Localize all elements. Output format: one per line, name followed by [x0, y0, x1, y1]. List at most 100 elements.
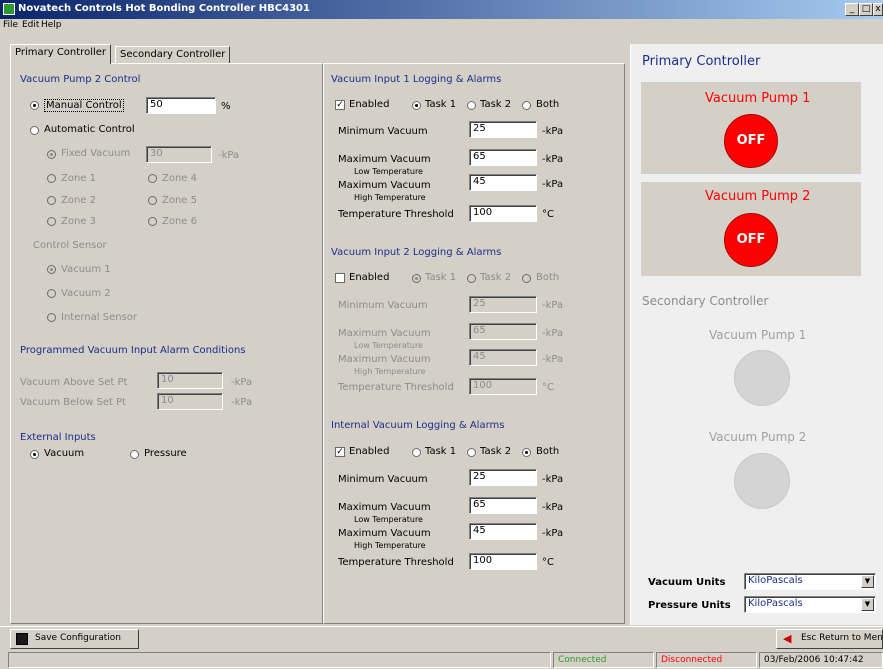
- tab-secondary-controller[interactable]: Secondary Controller: [115, 46, 231, 64]
- sensor-internal-radio[interactable]: [47, 313, 56, 322]
- logging-2-threshold-input[interactable]: 100: [469, 378, 537, 395]
- logging-1-both-radio[interactable]: [522, 101, 531, 110]
- logging-2-high-temp-label: High Temperature: [354, 367, 426, 376]
- manual-control-label[interactable]: Manual Control: [44, 99, 124, 112]
- close-button[interactable]: x: [873, 3, 883, 16]
- logging-1-enabled-checkbox[interactable]: ✓: [335, 100, 345, 110]
- logging-internal-task2-label[interactable]: Task 2: [480, 446, 511, 457]
- logging-2-min-input[interactable]: 25: [469, 296, 537, 313]
- logging-1-task2-radio[interactable]: [467, 101, 476, 110]
- logging-2-both-radio[interactable]: [522, 274, 531, 283]
- logging-internal-enabled-label[interactable]: Enabled: [349, 446, 389, 457]
- secondary-controller-title: Secondary Controller: [642, 294, 769, 308]
- logging-internal-task2-radio[interactable]: [467, 448, 476, 457]
- sensor-vacuum-1-radio[interactable]: [47, 265, 56, 274]
- automatic-control-label[interactable]: Automatic Control: [44, 124, 135, 135]
- logging-internal-both-label[interactable]: Both: [536, 446, 559, 457]
- logging-2-task1-radio[interactable]: [412, 274, 421, 283]
- menu-help[interactable]: Help: [41, 20, 62, 30]
- logging-2-enabled-checkbox[interactable]: [335, 273, 345, 283]
- sensor-vacuum-2-label[interactable]: Vacuum 2: [61, 288, 111, 299]
- manual-control-radio[interactable]: [30, 101, 39, 110]
- logging-1-task1-label[interactable]: Task 1: [425, 99, 456, 110]
- vacuum-below-input[interactable]: 10: [157, 393, 223, 410]
- zone-2-radio[interactable]: [47, 196, 56, 205]
- logging-2-max-high-unit: -kPa: [542, 354, 564, 365]
- external-inputs-heading: External Inputs: [20, 432, 96, 443]
- sensor-internal-label[interactable]: Internal Sensor: [61, 312, 137, 323]
- external-vacuum-radio[interactable]: [30, 450, 39, 459]
- pump2-control-heading: Vacuum Pump 2 Control: [20, 74, 141, 85]
- fixed-vacuum-label[interactable]: Fixed Vacuum: [61, 148, 130, 159]
- logging-1-heading: Vacuum Input 1 Logging & Alarms: [331, 74, 502, 85]
- logging-2-max-high-input[interactable]: 45: [469, 349, 537, 366]
- logging-1-high-temp-label: High Temperature: [354, 193, 426, 202]
- primary-pump2-status-indicator[interactable]: OFF: [724, 213, 778, 267]
- logging-1-both-label[interactable]: Both: [536, 99, 559, 110]
- logging-2-both-label[interactable]: Both: [536, 272, 559, 283]
- title-bar[interactable]: Novatech Controls Hot Bonding Controller…: [0, 0, 883, 19]
- pressure-units-select[interactable]: KiloPascals ▼: [744, 596, 876, 613]
- logging-2-task2-radio[interactable]: [467, 274, 476, 283]
- zone-4-label[interactable]: Zone 4: [162, 173, 197, 184]
- external-pressure-radio[interactable]: [130, 450, 139, 459]
- zone-6-label[interactable]: Zone 6: [162, 216, 197, 227]
- external-pressure-label[interactable]: Pressure: [144, 448, 187, 459]
- logging-2-enabled-label[interactable]: Enabled: [349, 272, 389, 283]
- manual-control-input[interactable]: 50: [146, 97, 216, 114]
- fixed-vacuum-radio[interactable]: [47, 150, 56, 159]
- logging-2-max-low-input[interactable]: 65: [469, 323, 537, 340]
- logging-1-threshold-input[interactable]: 100: [469, 205, 537, 222]
- chevron-down-icon[interactable]: ▼: [861, 575, 874, 588]
- logging-2-min-label: Minimum Vacuum: [338, 300, 428, 311]
- primary-pump2-label: Vacuum Pump 2: [705, 189, 811, 204]
- vacuum-units-select[interactable]: KiloPascals ▼: [744, 573, 876, 590]
- return-to-menu-button[interactable]: ◀ Esc Return to Menu: [776, 629, 883, 649]
- maximize-button[interactable]: □: [859, 3, 873, 16]
- sensor-vacuum-1-label[interactable]: Vacuum 1: [61, 264, 111, 275]
- vacuum-above-input[interactable]: 10: [157, 372, 223, 389]
- logging-1-enabled-label[interactable]: Enabled: [349, 99, 389, 110]
- control-sensor-heading: Control Sensor: [33, 240, 107, 251]
- save-configuration-button[interactable]: Save Configuration: [10, 629, 139, 649]
- chevron-down-icon[interactable]: ▼: [861, 598, 874, 611]
- logging-1-max-low-input[interactable]: 65: [469, 149, 537, 166]
- vacuum-units-value: KiloPascals: [748, 575, 803, 586]
- zone-1-label[interactable]: Zone 1: [61, 173, 96, 184]
- logging-internal-max-high-input[interactable]: 45: [469, 523, 537, 540]
- logging-internal-threshold-input[interactable]: 100: [469, 553, 537, 570]
- minimize-button[interactable]: _: [845, 3, 859, 16]
- zone-1-radio[interactable]: [47, 174, 56, 183]
- logging-1-max-high-input[interactable]: 45: [469, 174, 537, 191]
- automatic-control-radio[interactable]: [30, 126, 39, 135]
- logging-1-min-input[interactable]: 25: [469, 121, 537, 138]
- primary-pump1-status-indicator[interactable]: OFF: [724, 114, 778, 168]
- zone-5-label[interactable]: Zone 5: [162, 195, 197, 206]
- logging-internal-threshold-label: Temperature Threshold: [338, 557, 454, 568]
- logging-internal-task1-radio[interactable]: [412, 448, 421, 457]
- zone-4-radio[interactable]: [148, 174, 157, 183]
- menu-edit[interactable]: Edit: [22, 20, 39, 30]
- logging-internal-task1-label[interactable]: Task 1: [425, 446, 456, 457]
- zone-5-radio[interactable]: [148, 196, 157, 205]
- datetime-status: 03/Feb/2006 10:47:42: [759, 652, 883, 668]
- secondary-pump2-indicator: [734, 453, 790, 509]
- logging-internal-enabled-checkbox[interactable]: ✓: [335, 447, 345, 457]
- logging-2-task1-label[interactable]: Task 1: [425, 272, 456, 283]
- logging-internal-min-input[interactable]: 25: [469, 469, 537, 486]
- logging-internal-max-low-unit: -kPa: [542, 502, 564, 513]
- zone-6-radio[interactable]: [148, 217, 157, 226]
- menu-file[interactable]: File: [3, 20, 18, 30]
- logging-2-task2-label[interactable]: Task 2: [480, 272, 511, 283]
- zone-2-label[interactable]: Zone 2: [61, 195, 96, 206]
- logging-internal-both-radio[interactable]: [522, 448, 531, 457]
- logging-1-task1-radio[interactable]: [412, 101, 421, 110]
- sensor-vacuum-2-radio[interactable]: [47, 289, 56, 298]
- external-vacuum-label[interactable]: Vacuum: [44, 448, 84, 459]
- logging-1-task2-label[interactable]: Task 2: [480, 99, 511, 110]
- zone-3-radio[interactable]: [47, 217, 56, 226]
- tab-primary-controller[interactable]: Primary Controller: [10, 44, 112, 64]
- fixed-vacuum-input[interactable]: 30: [146, 146, 212, 163]
- logging-internal-max-low-input[interactable]: 65: [469, 497, 537, 514]
- zone-3-label[interactable]: Zone 3: [61, 216, 96, 227]
